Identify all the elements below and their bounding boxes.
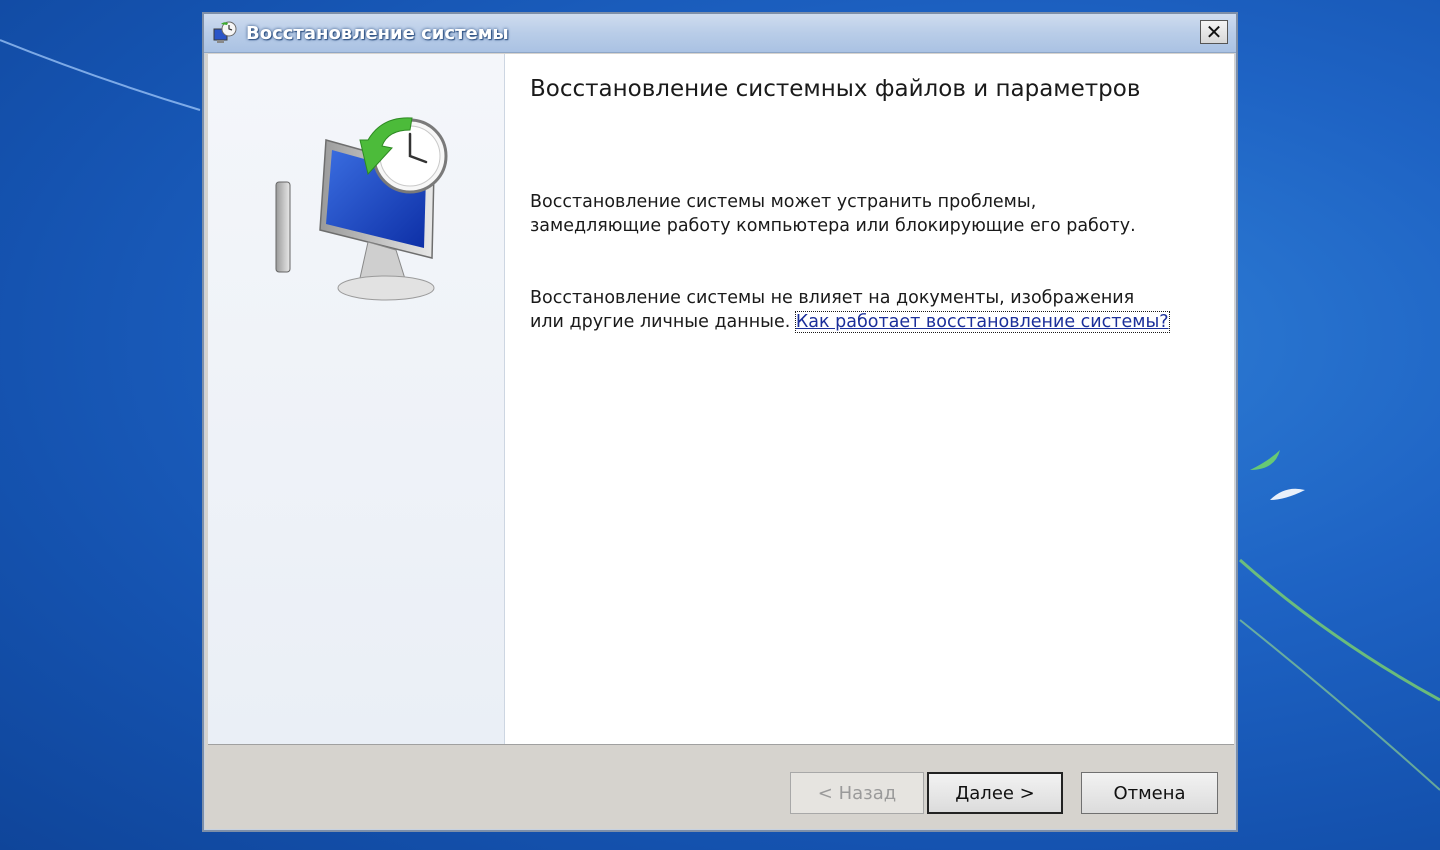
close-button[interactable]: ✕	[1200, 20, 1228, 44]
side-panel	[208, 54, 505, 744]
button-bar: < Назад Далее > Отмена	[208, 746, 1234, 828]
system-restore-icon	[213, 21, 237, 43]
window-title: Восстановление системы	[246, 23, 509, 44]
page-title: Восстановление системных файлов и параме…	[530, 76, 1141, 102]
back-button[interactable]: < Назад	[790, 772, 924, 814]
description-paragraph-1: Восстановление системы может устранить п…	[530, 192, 1136, 236]
next-button[interactable]: Далее >	[927, 772, 1063, 814]
system-restore-illustration	[275, 117, 448, 301]
close-icon: ✕	[1205, 20, 1223, 44]
title-bar[interactable]: Восстановление системы ✕	[204, 14, 1236, 53]
help-link[interactable]: Как работает восстановление системы?	[794, 311, 1170, 333]
system-restore-dialog: Восстановление системы ✕ Восстановление …	[202, 12, 1238, 832]
description-paragraph-2: Восстановление системы не влияет на доку…	[530, 286, 1170, 334]
dialog-body: Восстановление системных файлов и параме…	[208, 54, 1234, 745]
cancel-button[interactable]: Отмена	[1081, 772, 1218, 814]
